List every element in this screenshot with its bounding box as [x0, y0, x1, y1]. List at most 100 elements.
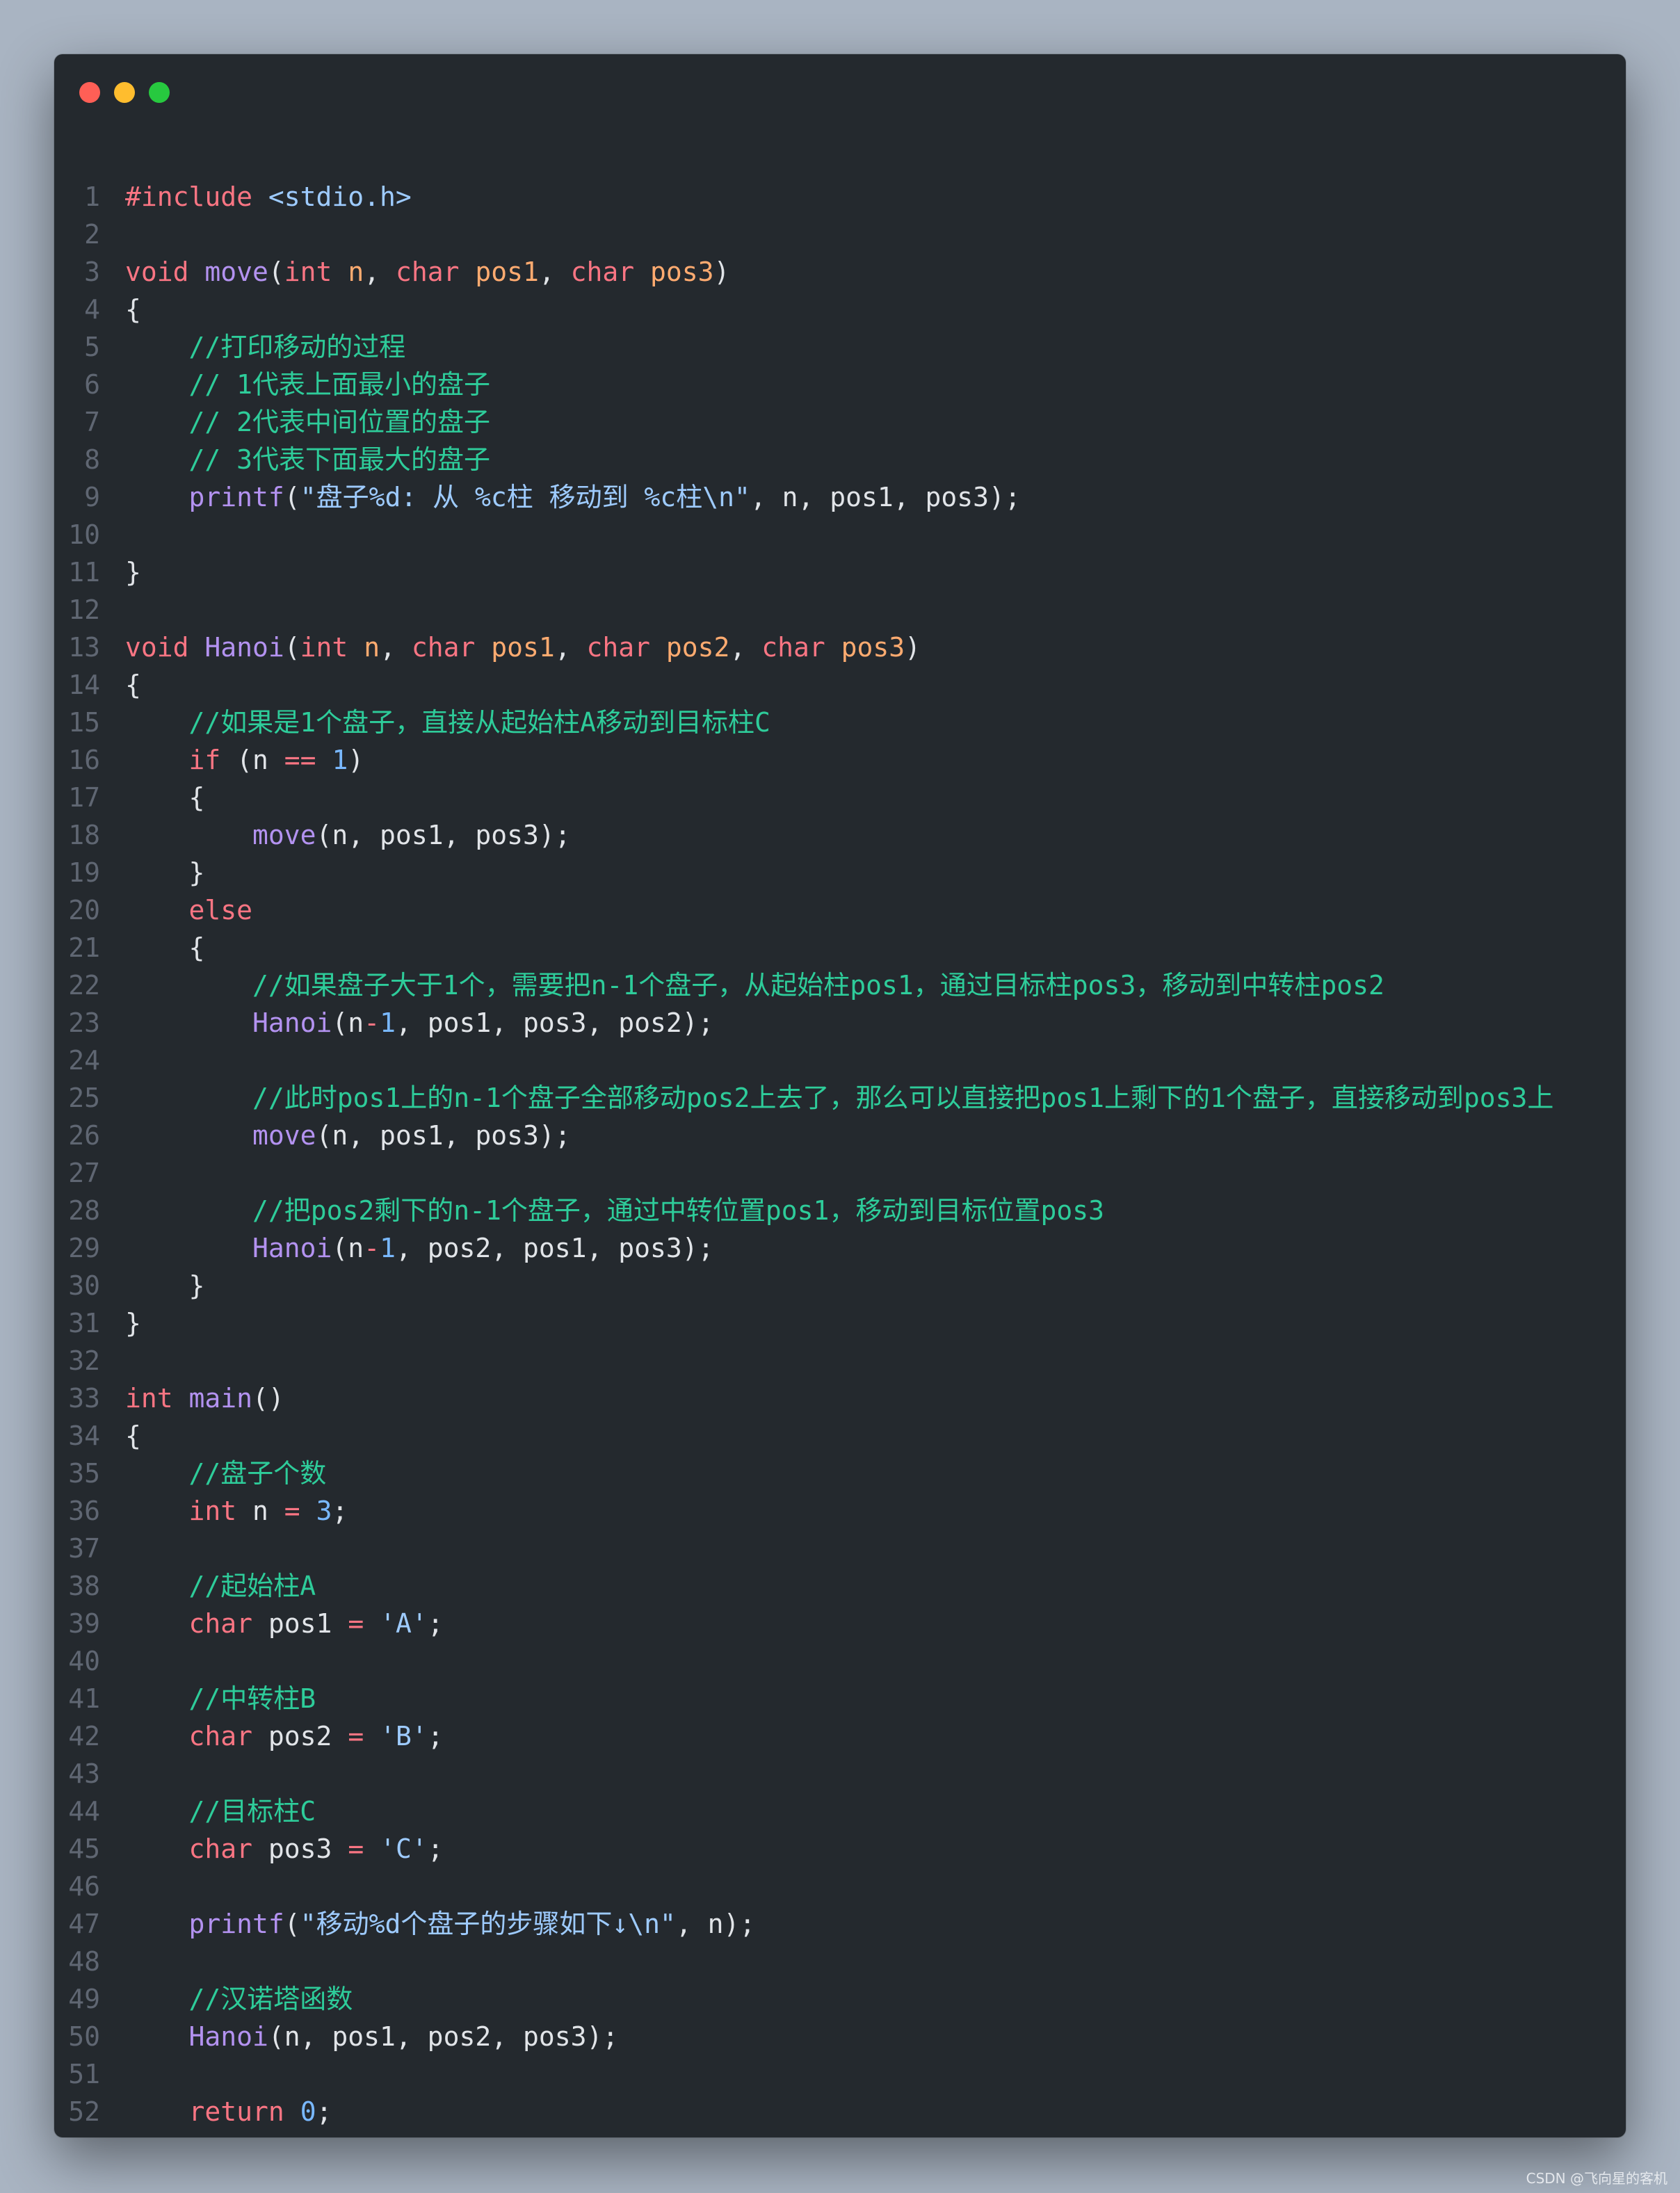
- code-token: -: [364, 1008, 380, 1038]
- code-text: //打印移动的过程: [125, 328, 406, 366]
- code-token: =: [348, 1721, 364, 1751]
- code-line: 31}: [54, 1304, 1626, 1342]
- code-line: 53}: [54, 2130, 1626, 2137]
- code-token: pos2: [252, 1721, 348, 1751]
- code-text: //此时pos1上的n-1个盘子全部移动pos2上去了，那么可以直接把pos1上…: [125, 1079, 1553, 1117]
- code-token: , n);: [675, 1909, 756, 1939]
- line-number: 32: [68, 1345, 100, 1376]
- code-line: 16 if (n == 1): [54, 741, 1626, 779]
- code-token: ): [348, 745, 364, 775]
- code-line: 24: [54, 1042, 1626, 1079]
- code-token: }: [125, 1308, 141, 1338]
- code-token: Hanoi: [252, 1008, 332, 1038]
- code-token: (n, pos1, pos2, pos3);: [268, 2021, 619, 2052]
- code-text: void Hanoi(int n, char pos1, char pos2, …: [125, 629, 921, 666]
- code-line: 17 {: [54, 779, 1626, 816]
- code-text: //起始柱A: [125, 1567, 316, 1605]
- code-token: //把pos2剩下的n-1个盘子，通过中转位置pos1，移动到目标位置pos3: [125, 1195, 1104, 1226]
- code-token: char: [188, 1834, 253, 1864]
- code-token: {: [125, 782, 205, 813]
- code-line: 7 // 2代表中间位置的盘子: [54, 403, 1626, 441]
- line-number: 30: [68, 1270, 100, 1301]
- code-text: }: [125, 1304, 141, 1342]
- window-titlebar: [54, 54, 1626, 124]
- line-number: 49: [68, 1984, 100, 2014]
- code-token: int: [188, 1496, 237, 1526]
- code-token: ,: [538, 257, 571, 287]
- line-number: 52: [68, 2096, 100, 2127]
- line-number: 7: [84, 407, 100, 437]
- code-token: //盘子个数: [125, 1458, 327, 1489]
- minimize-button[interactable]: [114, 82, 135, 103]
- code-token: #include: [125, 181, 268, 212]
- line-number: 31: [68, 1308, 100, 1338]
- line-number: 47: [68, 1909, 100, 1939]
- code-token: pos3: [650, 257, 714, 287]
- code-token: 3: [316, 1496, 332, 1526]
- line-number: 28: [68, 1195, 100, 1226]
- line-number: 48: [68, 1946, 100, 1977]
- code-line: 43: [54, 1755, 1626, 1793]
- line-number: 50: [68, 2021, 100, 2052]
- code-token: pos1: [252, 1608, 348, 1639]
- code-text: }: [125, 854, 205, 891]
- line-number: 1: [84, 181, 100, 212]
- code-token: n: [236, 1496, 284, 1526]
- code-line: 25 //此时pos1上的n-1个盘子全部移动pos2上去了，那么可以直接把po…: [54, 1079, 1626, 1117]
- code-text: // 2代表中间位置的盘子: [125, 403, 491, 441]
- line-number: 9: [84, 482, 100, 512]
- line-number: 39: [68, 1608, 100, 1639]
- code-line: 47 printf("移动%d个盘子的步骤如下↓\n", n);: [54, 1905, 1626, 1943]
- code-token: ;: [332, 1496, 348, 1526]
- code-token: (: [268, 257, 284, 287]
- code-token: =: [284, 1496, 300, 1526]
- line-number: 29: [68, 1233, 100, 1263]
- code-line: 29 Hanoi(n-1, pos2, pos1, pos3);: [54, 1229, 1626, 1267]
- code-token: ;: [316, 2096, 332, 2127]
- code-line: 5 //打印移动的过程: [54, 328, 1626, 366]
- maximize-button[interactable]: [149, 82, 170, 103]
- line-number: 24: [68, 1045, 100, 1076]
- code-line: 22 //如果盘子大于1个，需要把n-1个盘子，从起始柱pos1，通过目标柱po…: [54, 966, 1626, 1004]
- code-text: //目标柱C: [125, 1793, 316, 1830]
- code-token: // 1代表上面最小的盘子: [125, 369, 491, 400]
- code-token: (n, pos1, pos3);: [316, 1120, 571, 1151]
- code-token: ;: [427, 1834, 444, 1864]
- code-token: (: [284, 482, 300, 512]
- code-text: }: [125, 2130, 141, 2137]
- code-line: 14 {: [54, 666, 1626, 704]
- code-token: int: [284, 257, 348, 287]
- code-line: 28 //把pos2剩下的n-1个盘子，通过中转位置pos1，移动到目标位置po…: [54, 1192, 1626, 1229]
- code-text: move(n, pos1, pos3);: [125, 1117, 571, 1154]
- code-token: //中转柱B: [125, 1683, 316, 1714]
- code-text: //把pos2剩下的n-1个盘子，通过中转位置pos1，移动到目标位置pos3: [125, 1192, 1104, 1229]
- code-token: int: [125, 1383, 189, 1414]
- code-text: //如果是1个盘子，直接从起始柱A移动到目标柱C: [125, 704, 770, 741]
- line-number: 40: [68, 1646, 100, 1676]
- code-text: move(n, pos1, pos3);: [125, 816, 571, 854]
- code-line: 42 char pos2 = 'B';: [54, 1717, 1626, 1755]
- close-button[interactable]: [79, 82, 100, 103]
- code-token: Hanoi: [204, 632, 284, 663]
- line-number: 25: [68, 1083, 100, 1113]
- code-line: 48: [54, 1943, 1626, 1980]
- code-token: pos2: [665, 632, 730, 663]
- line-number: 19: [68, 857, 100, 888]
- code-token: }: [125, 557, 141, 588]
- code-token: -: [364, 1233, 380, 1263]
- code-token: //打印移动的过程: [125, 332, 406, 362]
- code-token: Hanoi: [252, 1233, 332, 1263]
- code-token: 'A': [380, 1608, 428, 1639]
- code-token: "盘子%d: 从 %c柱 移动到 %c柱\n": [300, 482, 750, 512]
- code-line: 40: [54, 1642, 1626, 1680]
- code-token: //目标柱C: [125, 1796, 316, 1827]
